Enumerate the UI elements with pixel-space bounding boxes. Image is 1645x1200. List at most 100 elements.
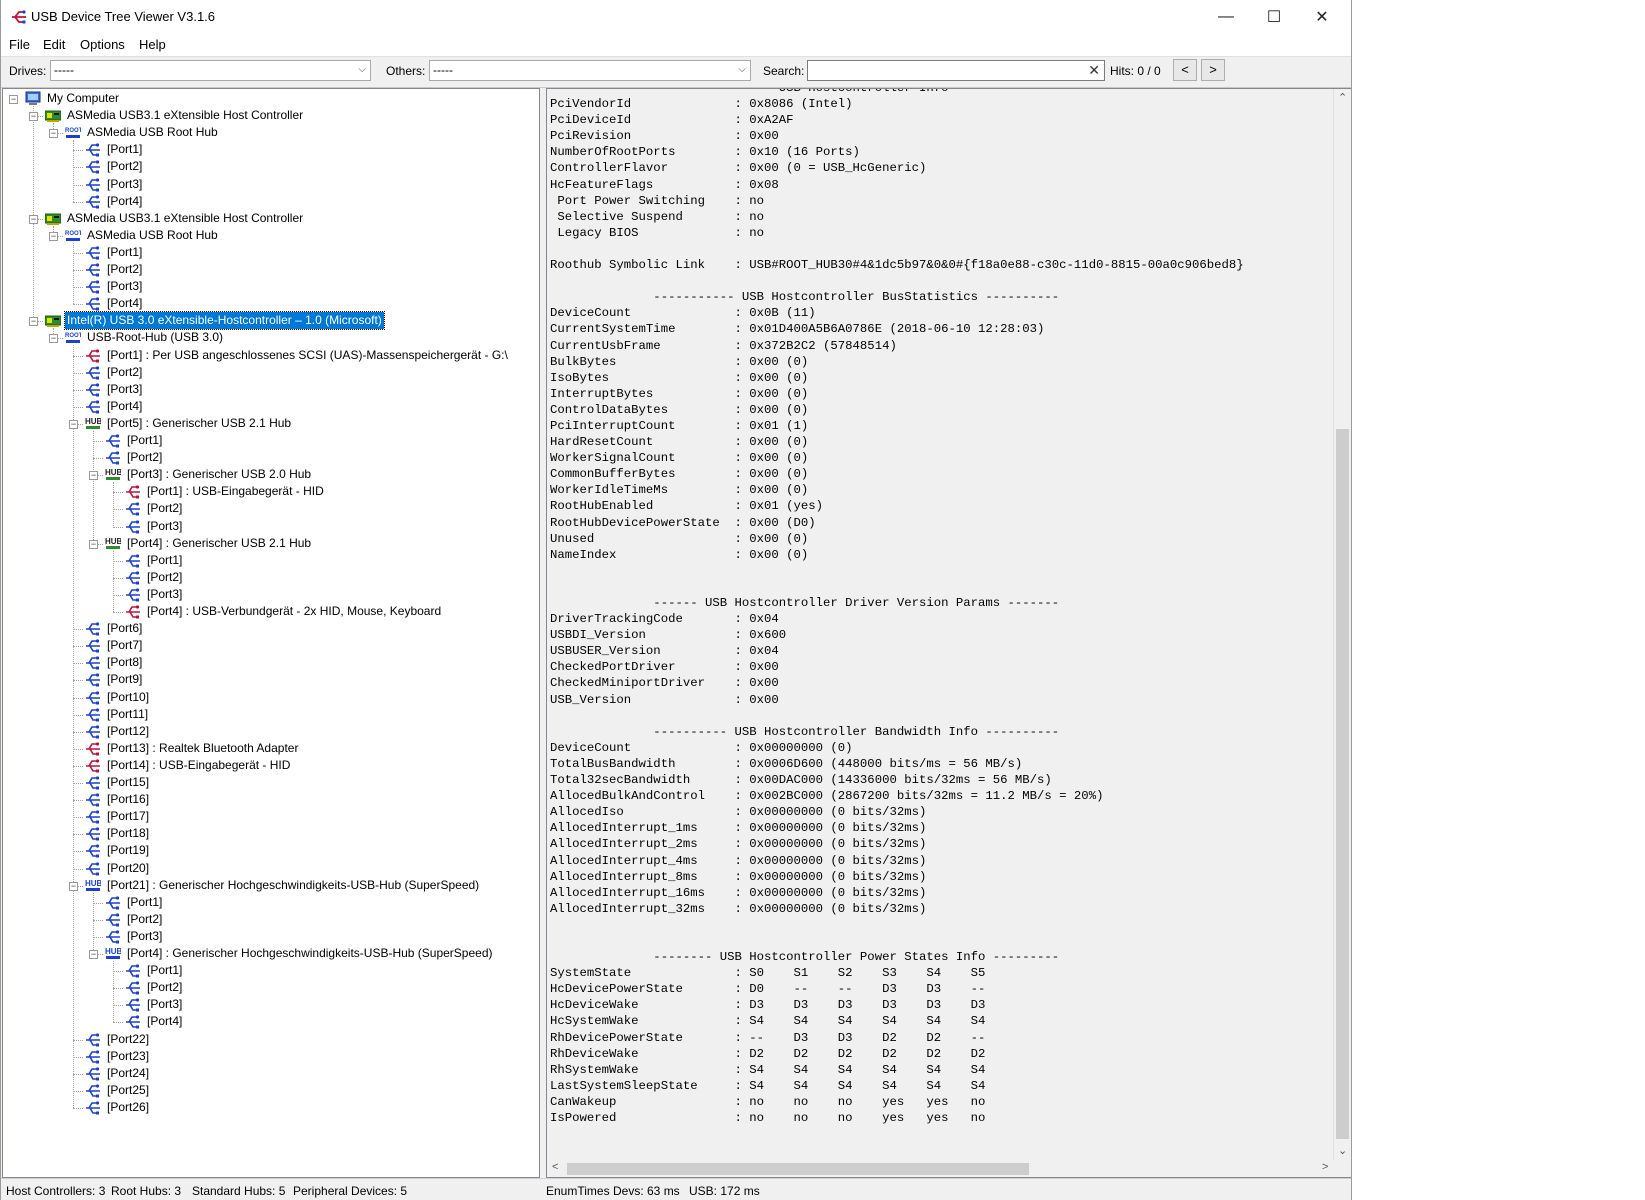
tree-connector [73, 765, 83, 767]
tree-node-label: [Port7] [107, 638, 143, 653]
tree-connector [73, 406, 83, 408]
tree-connector [113, 612, 123, 613]
chevron-down-icon: ⌵ [358, 64, 366, 75]
collapse-toggle-icon[interactable]: − [89, 950, 98, 959]
usb-port-icon [86, 810, 100, 824]
collapse-toggle-icon[interactable]: − [29, 317, 38, 327]
tree-node-label: [Port3] [107, 279, 143, 294]
collapse-toggle-icon[interactable]: − [69, 419, 78, 429]
tree-connector [73, 1056, 83, 1058]
collapse-toggle-icon[interactable]: − [89, 539, 98, 549]
hub-icon: HUB [85, 417, 101, 429]
collapse-toggle-icon[interactable]: − [29, 214, 38, 224]
vertical-scrollbar[interactable]: ⌃ ⌄ [1333, 89, 1351, 1162]
menu-help[interactable]: Help [139, 37, 166, 52]
collapse-toggle-icon[interactable]: − [49, 231, 58, 241]
collapse-toggle-icon[interactable]: − [29, 112, 38, 122]
tree-node-label: [Port2] [147, 569, 183, 584]
usb-device-icon [86, 742, 100, 756]
tree-connector [93, 919, 103, 921]
tree-node-label: [Port24] [107, 1065, 150, 1080]
collapse-toggle-icon[interactable]: − [89, 471, 98, 481]
scroll-down-icon[interactable]: ⌄ [1338, 1144, 1347, 1157]
tree-connector [73, 372, 83, 374]
usb-device-icon [126, 605, 140, 619]
device-tree[interactable]: My Computer − ASMedia USB3.1 eXtensible Ho… [2, 88, 540, 1178]
svg-text:ROOT: ROOT [65, 333, 81, 339]
tree-node-label: [Port3] : Generischer USB 2.0 Hub [127, 467, 312, 482]
window-title: USB Device Tree Viewer V3.1.6 [31, 9, 216, 24]
maximize-button[interactable]: ☐ [1251, 0, 1297, 34]
tree-connector [73, 201, 83, 203]
usb-port-icon [106, 896, 120, 910]
usb-port-icon [86, 690, 100, 704]
scroll-up-icon[interactable]: ⌃ [1338, 91, 1347, 104]
tree-node-label: My Computer [47, 91, 120, 105]
collapse-toggle-icon[interactable]: − [49, 129, 58, 139]
hub-ss-icon: HUB [105, 947, 121, 959]
menu-edit[interactable]: Edit [43, 37, 65, 52]
search-input[interactable]: ✕ [807, 60, 1105, 81]
tree-node-label: [Port18] [107, 826, 150, 841]
tree-connector [113, 560, 123, 562]
vertical-scroll-thumb[interactable] [1336, 429, 1349, 1139]
previous-hit-button[interactable]: < [1173, 59, 1197, 81]
usb-port-icon [126, 519, 140, 533]
drives-value: ----- [54, 63, 74, 77]
tree-connector [113, 971, 123, 973]
scroll-left-icon[interactable]: < [552, 1161, 558, 1173]
status-usb-time: USB: 172 ms [689, 1184, 760, 1198]
tree-connector [73, 1073, 83, 1075]
tree-connector [93, 892, 94, 954]
search-label: Search: [763, 64, 805, 78]
tree-connector [73, 714, 83, 716]
tree-node-label: [Port2] [127, 911, 163, 926]
horizontal-scrollbar[interactable]: < > [547, 1160, 1336, 1177]
tree-connector [73, 304, 83, 306]
collapse-toggle-icon[interactable]: − [69, 881, 78, 891]
usb-port-icon [86, 246, 100, 260]
next-hit-button[interactable]: > [1201, 59, 1225, 81]
status-devs-time: Devs: 63 ms [613, 1184, 680, 1198]
usb-port-icon [86, 861, 100, 875]
tree-connector [73, 680, 83, 682]
others-combo[interactable]: ----- ⌵ [429, 60, 751, 81]
tree-connector [73, 167, 83, 169]
tree-node-label: [Port5] : Generischer USB 2.1 Hub [107, 415, 292, 430]
scroll-right-icon[interactable]: > [1322, 1161, 1328, 1173]
info-text: ---------------- USB Hostcontroller Info… [550, 88, 1244, 1125]
close-button[interactable]: ✕ [1299, 0, 1345, 34]
usb-port-icon [126, 502, 140, 516]
usb-port-icon [106, 930, 120, 944]
menu-options[interactable]: Options [80, 37, 125, 52]
tree-node-label: [Port2] [107, 159, 143, 174]
status-root-hubs: Root Hubs: 3 [111, 1184, 182, 1198]
usb-port-icon [126, 998, 140, 1012]
tree-node-label: [Port4] : Generischer USB 2.1 Hub [127, 535, 312, 550]
tree-node-label: [Port14] : USB-Eingabegerät - HID [107, 757, 291, 772]
chevron-down-icon: ⌵ [738, 64, 746, 75]
tree-node-label: [Port6] [107, 621, 143, 636]
horizontal-scroll-thumb[interactable] [567, 1163, 1029, 1175]
hub-icon: HUB [105, 468, 121, 481]
usb-port-icon [86, 622, 100, 636]
tree-node-label: [Port26] [107, 1099, 150, 1114]
tree-node-label: [Port12] [107, 723, 150, 738]
minimize-button[interactable]: — [1203, 0, 1249, 34]
tree-node-label: ASMedia USB3.1 eXtensible Host Controlle… [67, 108, 304, 123]
clear-search-icon[interactable]: ✕ [1088, 62, 1100, 79]
info-pane[interactable]: ---------------- USB Hostcontroller Info… [546, 88, 1351, 1178]
tree-node-label: [Port1] [147, 963, 183, 978]
tree-node-label: [Port4] : USB-Verbundgerät - 2x HID, Mou… [147, 604, 442, 618]
usb-port-icon [126, 1015, 140, 1029]
tree-connector [73, 140, 74, 202]
collapse-toggle-icon[interactable]: − [49, 334, 58, 344]
usb-port-icon [126, 571, 140, 585]
menu-file[interactable]: File [9, 37, 30, 52]
drives-combo[interactable]: ----- ⌵ [50, 60, 371, 81]
tree-connector [73, 800, 83, 802]
usb-device-icon [86, 348, 100, 362]
collapse-toggle-icon[interactable]: − [9, 95, 18, 104]
tree-node-label: [Port2] [107, 262, 143, 276]
tree-connector [73, 783, 83, 784]
